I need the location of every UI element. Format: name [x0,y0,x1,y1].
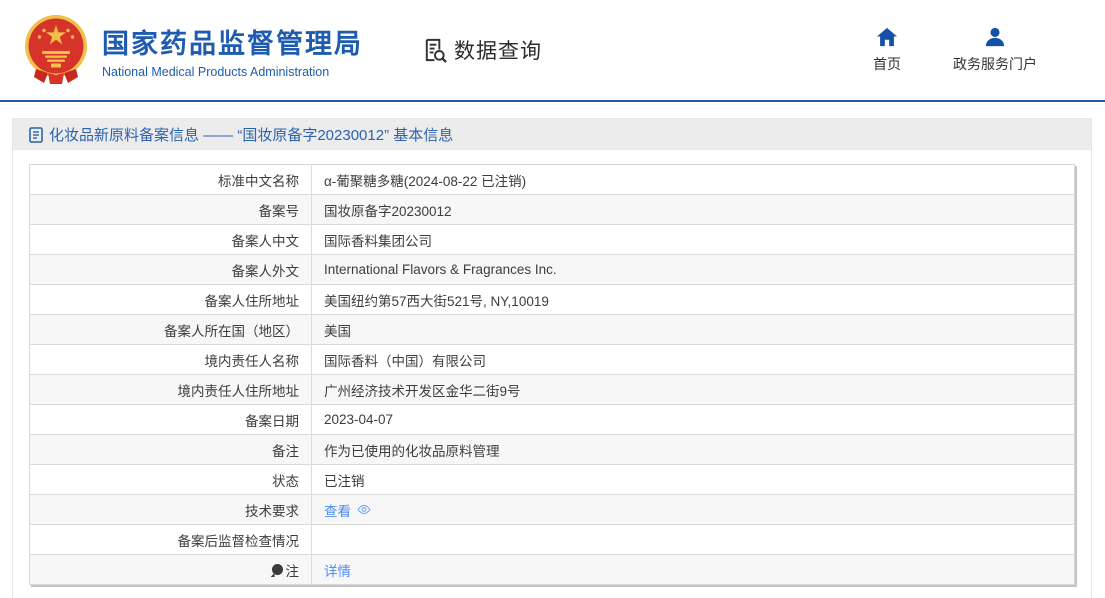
details-link[interactable]: 详情 [324,560,351,580]
note-balloon-icon [272,564,283,575]
nav-item-gov-portal[interactable]: 政务服务门户 [953,27,1037,74]
row-value: 美国纽约第57西大街521号, NY,10019 [312,285,1074,314]
table-row: 备案人中文国际香料集团公司 [30,224,1074,254]
site-title: 国家药品监督管理局 [102,22,363,61]
data-query-label: 数据查询 [454,35,542,65]
table-row: 状态已注销 [30,464,1074,494]
row-label: 标准中文名称 [30,165,312,194]
table-row: 备案日期2023-04-07 [30,404,1074,434]
table-row: 备案人住所地址美国纽约第57西大街521号, NY,10019 [30,284,1074,314]
document-search-icon [421,37,448,64]
table-row: 境内责任人名称国际香料（中国）有限公司 [30,344,1074,374]
view-link[interactable]: 查看 [324,500,351,520]
table-row: 境内责任人住所地址广州经济技术开发区金华二街9号 [30,374,1074,404]
row-label: 境内责任人住所地址 [30,375,312,404]
row-label: 备案人中文 [30,225,312,254]
table-row: 备案号国妆原备字20230012 [30,194,1074,224]
row-value: 作为已使用的化妆品原料管理 [312,435,1074,464]
row-label: 境内责任人名称 [30,345,312,374]
row-value: 国妆原备字20230012 [312,195,1074,224]
row-label: 注 [30,555,312,584]
row-value: 详情 [312,555,1074,584]
row-label: 状态 [30,465,312,494]
row-value: 国际香料（中国）有限公司 [312,345,1074,374]
row-value: International Flavors & Fragrances Inc. [312,255,1074,284]
page-title: 化妆品新原料备案信息 —— “国妆原备字20230012” 基本信息 [49,124,453,145]
row-value: 已注销 [312,465,1074,494]
row-value: 查看 [312,495,1074,524]
nav-item-home[interactable]: 首页 [873,27,901,74]
home-icon [876,27,898,47]
table-row: 备注作为已使用的化妆品原料管理 [30,434,1074,464]
page-title-doc-icon [29,127,43,143]
table-row: 技术要求查看 [30,494,1074,524]
eye-icon [356,502,372,517]
table-row: 备案后监督检查情况 [30,524,1074,554]
user-icon [984,27,1006,47]
nav-home-label: 首页 [873,54,901,74]
row-value: 美国 [312,315,1074,344]
row-label: 备案人住所地址 [30,285,312,314]
nav-gov-portal-label: 政务服务门户 [953,54,1037,74]
row-value [312,525,1074,554]
row-label: 备注 [30,435,312,464]
info-table: 标准中文名称α-葡聚糖多糖(2024-08-22 已注销)备案号国妆原备字202… [29,164,1075,585]
header-divider [0,100,1105,102]
table-row: 备案人外文International Flavors & Fragrances … [30,254,1074,284]
row-label: 备案人外文 [30,255,312,284]
row-value: 广州经济技术开发区金华二街9号 [312,375,1074,404]
site-header: 国家药品监督管理局 National Medical Products Admi… [0,0,1105,100]
brand-block: 国家药品监督管理局 National Medical Products Admi… [102,22,363,79]
site-subtitle: National Medical Products Administration [102,65,363,79]
data-query-section[interactable]: 数据查询 [421,35,542,65]
row-label: 备案号 [30,195,312,224]
row-label: 备案日期 [30,405,312,434]
table-row: 注详情 [30,554,1074,584]
row-label: 备案后监督检查情况 [30,525,312,554]
table-row: 备案人所在国（地区）美国 [30,314,1074,344]
row-value: 2023-04-07 [312,405,1074,434]
content-panel: 化妆品新原料备案信息 —— “国妆原备字20230012” 基本信息 标准中文名… [12,118,1092,598]
row-value: α-葡聚糖多糖(2024-08-22 已注销) [312,165,1074,194]
row-value: 国际香料集团公司 [312,225,1074,254]
panel-titlebar: 化妆品新原料备案信息 —— “国妆原备字20230012” 基本信息 [13,119,1091,150]
table-row: 标准中文名称α-葡聚糖多糖(2024-08-22 已注销) [30,165,1074,194]
header-nav: 首页 政务服务门户 [873,27,1037,74]
row-label: 备案人所在国（地区） [30,315,312,344]
national-emblem-logo [20,13,92,87]
row-label: 技术要求 [30,495,312,524]
